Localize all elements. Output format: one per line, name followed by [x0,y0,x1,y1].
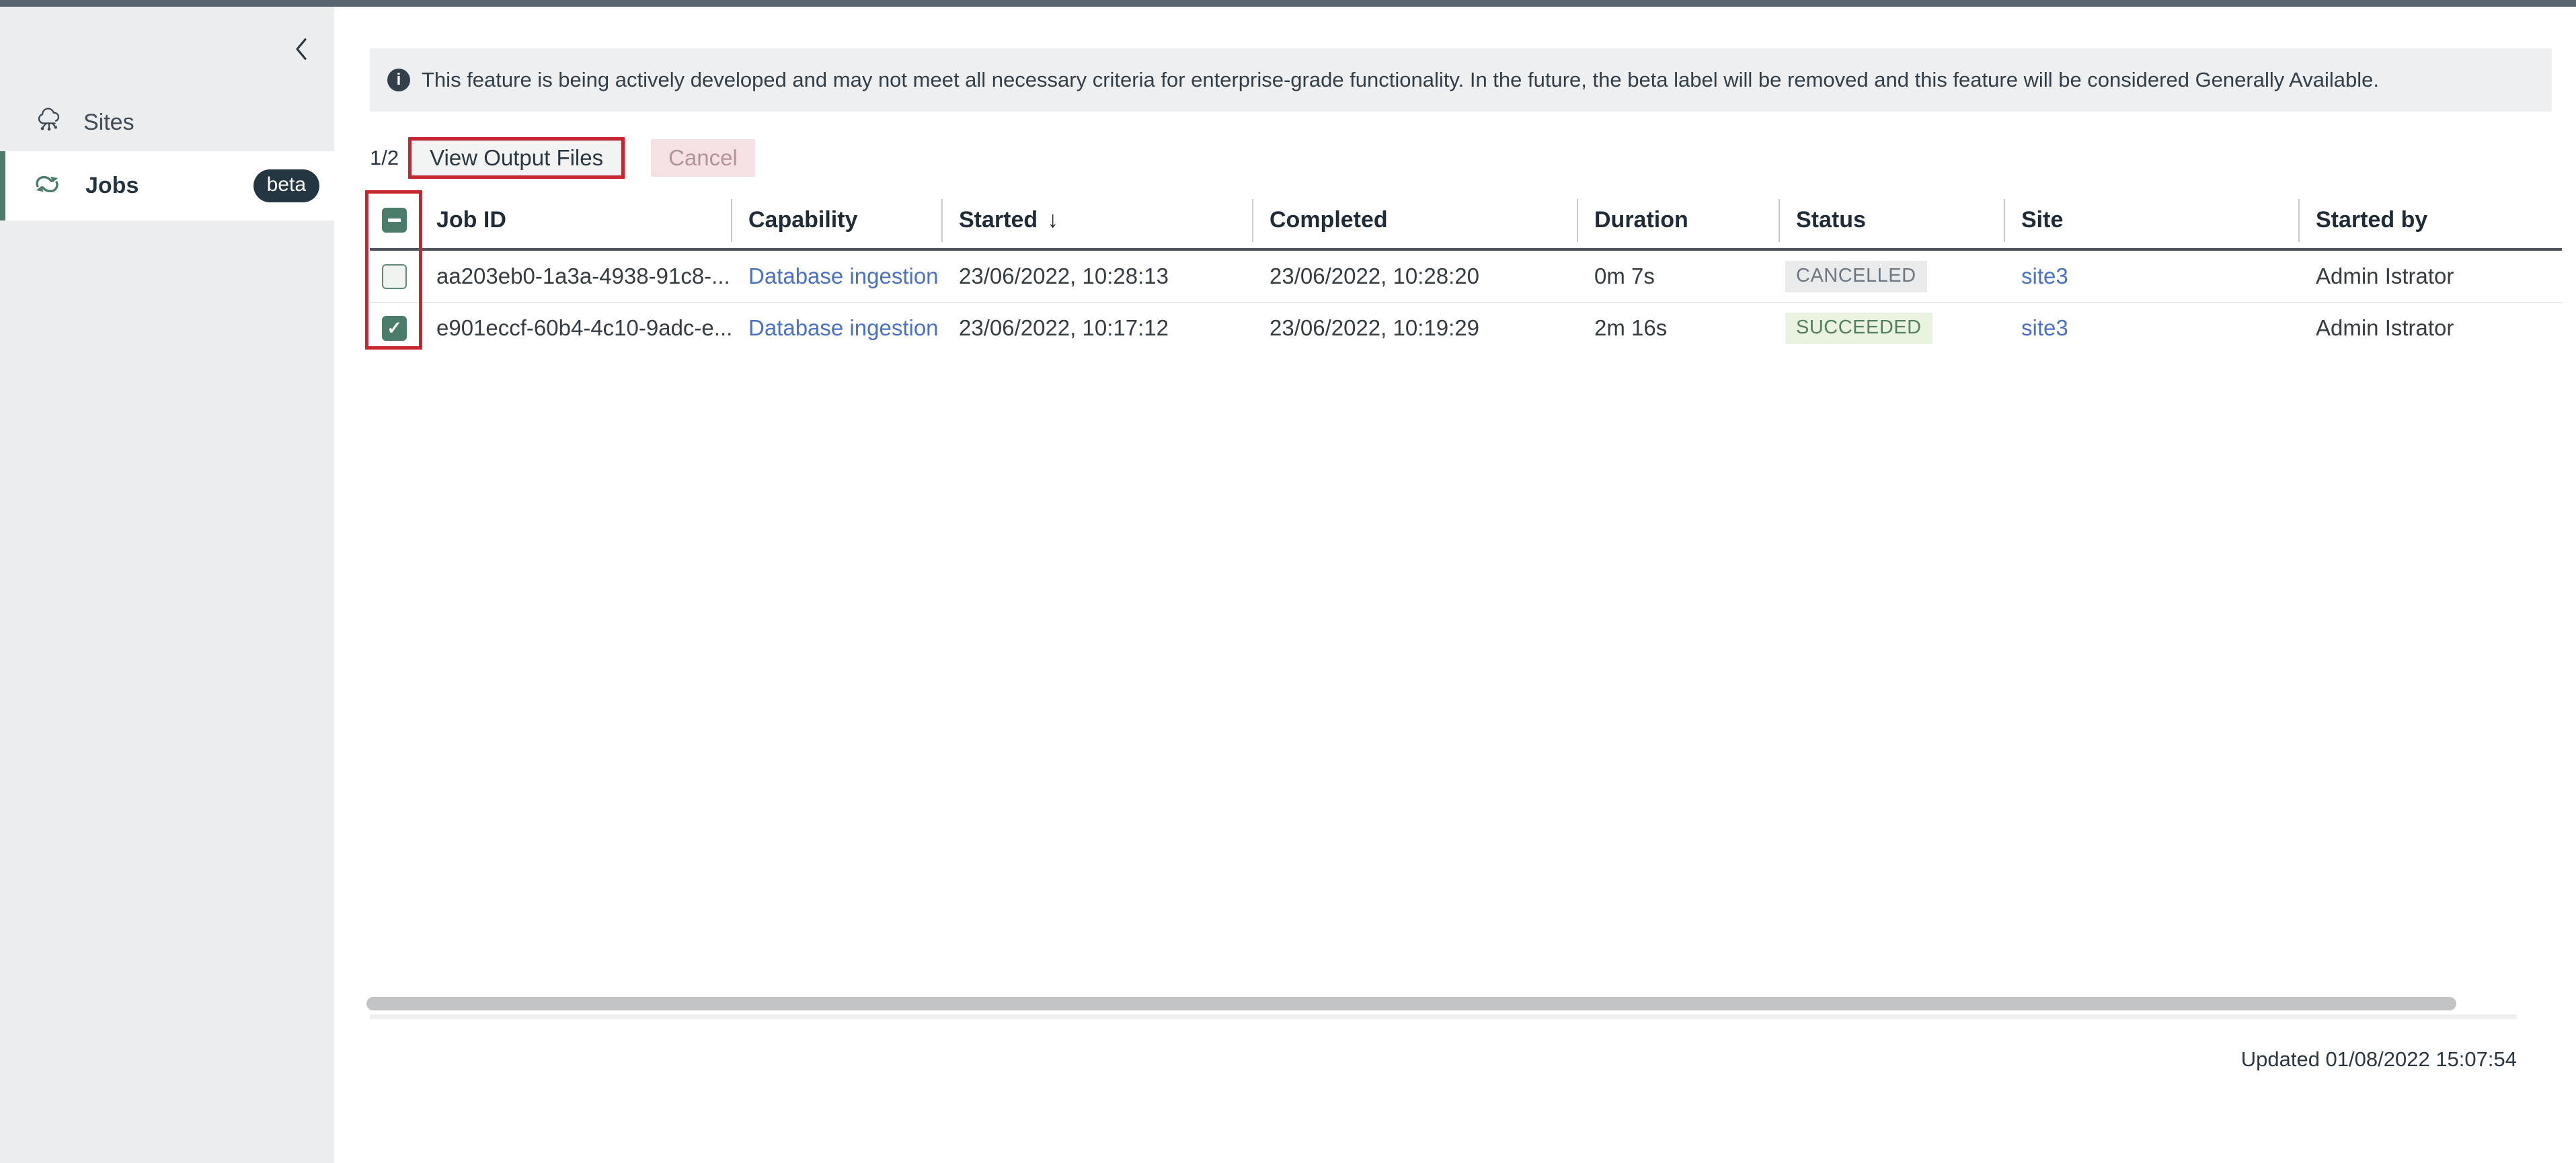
column-header-status[interactable]: Status [1779,192,2004,248]
actions-toolbar: 1/2 View Output Files Cancel [370,136,755,180]
beta-info-banner: i This feature is being actively develop… [370,48,2552,112]
row-checkbox[interactable] [382,264,407,289]
selection-count: 1/2 [370,146,399,170]
column-header-started-by[interactable]: Started by [2298,192,2562,248]
cancel-button[interactable]: Cancel [651,139,755,177]
site-link[interactable]: site3 [2021,264,2068,289]
capability-link[interactable]: Database ingestion [748,315,939,341]
job-id-cell: aa203eb0-1a3a-4938-91c8-... [419,251,731,302]
column-header-duration[interactable]: Duration [1577,192,1779,248]
capability-link[interactable]: Database ingestion [748,264,939,289]
sidebar-item-label: Jobs [85,173,139,199]
sidebar-item-label: Sites [83,110,134,136]
job-id-cell: e901eccf-60b4-4c10-9adc-e... [419,303,731,353]
table-header-row: Job ID Capability Started ↓ Completed Du… [370,192,2562,251]
started-cell: 23/06/2022, 10:17:12 [941,303,1252,353]
table-row: aa203eb0-1a3a-4938-91c8-... Database ing… [370,251,2562,302]
status-badge: SUCCEEDED [1785,313,1933,344]
site-link[interactable]: site3 [2021,315,2068,341]
sidebar-collapse-button[interactable] [289,35,313,65]
jobs-page: Sites Jobs beta [0,0,2576,1163]
horizontal-scrollbar-thumb[interactable] [366,997,2456,1010]
horizontal-scrollbar-track [370,1014,2517,1019]
beta-badge: beta [253,169,319,202]
sidebar-item-sites[interactable]: Sites [0,93,334,151]
chevron-left-icon [294,37,309,63]
last-updated-text: Updated 01/08/2022 15:07:54 [2241,1047,2517,1072]
row-checkbox[interactable] [382,316,407,341]
sidebar-nav: Sites Jobs beta [0,93,334,220]
column-header-started[interactable]: Started ↓ [941,192,1252,248]
column-header-label: Started [959,207,1038,233]
sidebar: Sites Jobs beta [0,7,334,1163]
sidebar-item-jobs[interactable]: Jobs beta [0,151,334,220]
banner-text: This feature is being actively developed… [422,68,2379,92]
started-by-cell: Admin Istrator [2298,303,2562,353]
duration-cell: 0m 7s [1577,251,1779,302]
status-badge: CANCELLED [1785,261,1927,292]
header-checkbox-cell [370,192,419,248]
top-bar [0,0,2576,7]
duration-cell: 2m 16s [1577,303,1779,353]
jobs-sync-icon [32,172,62,200]
jobs-table: Job ID Capability Started ↓ Completed Du… [370,192,2562,353]
sort-descending-icon: ↓ [1047,207,1058,233]
column-header-job-id[interactable]: Job ID [419,192,731,248]
sites-cloud-network-icon [35,107,63,138]
table-row: e901eccf-60b4-4c10-9adc-e... Database in… [370,302,2562,353]
completed-cell: 23/06/2022, 10:28:20 [1252,251,1577,302]
column-header-site[interactable]: Site [2004,192,2298,248]
annotation-rect-view-output-files: View Output Files [408,137,625,179]
started-cell: 23/06/2022, 10:28:13 [941,251,1252,302]
row-checkbox-cell [370,303,419,353]
column-header-capability[interactable]: Capability [731,192,941,248]
select-all-checkbox[interactable] [382,208,407,233]
row-checkbox-cell [370,251,419,302]
completed-cell: 23/06/2022, 10:19:29 [1252,303,1577,353]
info-icon: i [387,69,410,91]
column-header-completed[interactable]: Completed [1252,192,1577,248]
main-content: i This feature is being actively develop… [334,7,2576,1163]
view-output-files-button[interactable]: View Output Files [412,141,621,175]
started-by-cell: Admin Istrator [2298,251,2562,302]
